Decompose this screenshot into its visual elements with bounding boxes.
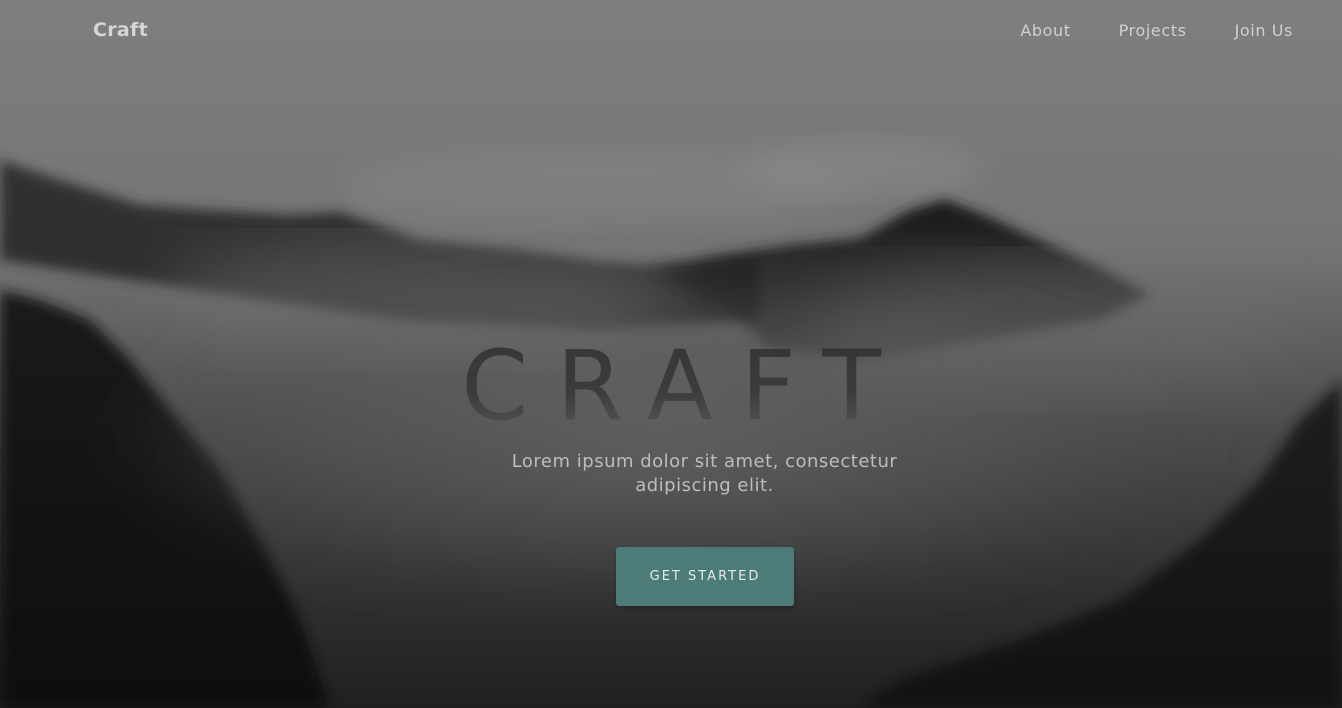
nav-item-about: About <box>1020 21 1070 40</box>
hero-title: CRAFT <box>0 330 1342 442</box>
nav-link-about[interactable]: About <box>1020 21 1070 40</box>
brand-logo-link[interactable]: Craft <box>93 19 148 41</box>
hero-section: Craft About Projects Join Us CRAFT Lorem… <box>0 0 1342 708</box>
nav-item-join-us: Join Us <box>1235 21 1293 40</box>
nav-link-projects[interactable]: Projects <box>1119 21 1187 40</box>
nav-item-projects: Projects <box>1119 21 1187 40</box>
hero-subtitle-wrapper: Lorem ipsum dolor sit amet, consectetur … <box>0 450 1342 498</box>
nav-menu: About Projects Join Us <box>1020 21 1293 40</box>
nav-link-join-us[interactable]: Join Us <box>1235 21 1293 40</box>
hero-subtitle: Lorem ipsum dolor sit amet, consectetur … <box>511 451 898 496</box>
get-started-button[interactable]: GET STARTED <box>616 547 794 606</box>
top-navbar: Craft About Projects Join Us <box>0 0 1342 62</box>
